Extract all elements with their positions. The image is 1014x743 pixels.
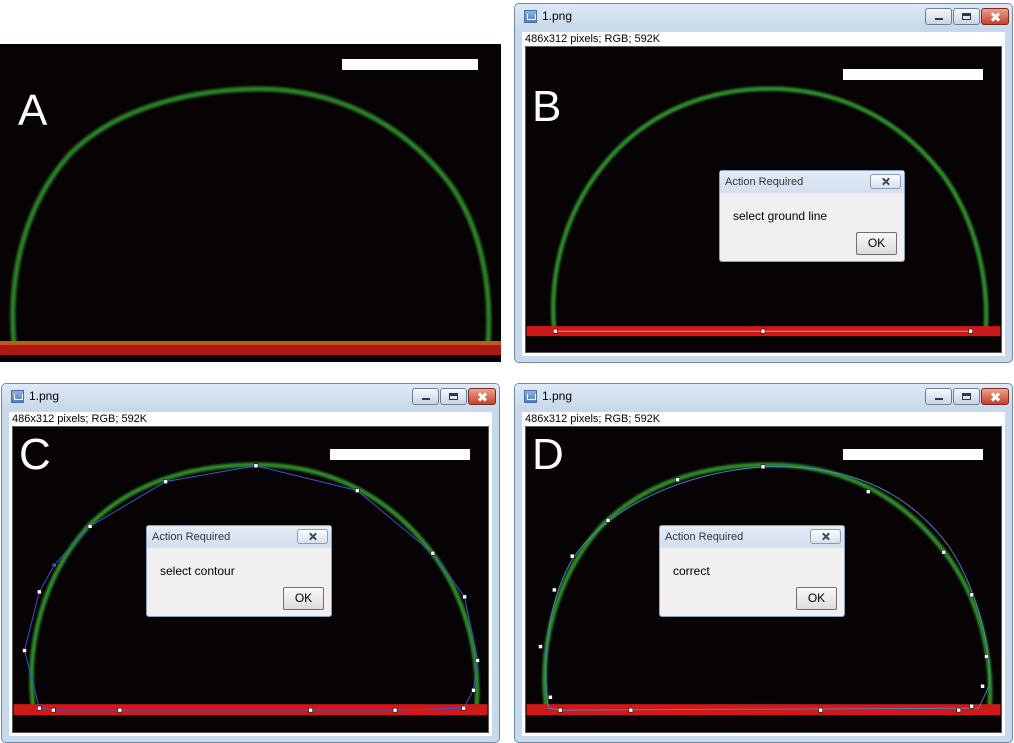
maximize-icon[interactable]: [440, 388, 467, 405]
window-titlebar[interactable]: 1.png: [2, 384, 499, 410]
dialog-title: Action Required: [665, 531, 744, 543]
imagej-app-icon: [11, 390, 24, 403]
dialog-title: Action Required: [152, 531, 231, 543]
ok-button[interactable]: OK: [796, 587, 837, 610]
close-icon[interactable]: [870, 174, 901, 189]
close-icon[interactable]: [981, 388, 1009, 405]
image-canvas[interactable]: C Action Required select contour OK: [12, 426, 489, 733]
close-icon[interactable]: [810, 529, 841, 544]
close-icon[interactable]: [981, 8, 1009, 25]
dialog-titlebar[interactable]: Action Required: [660, 526, 844, 548]
maximize-icon[interactable]: [953, 8, 980, 25]
panel-letter-b: B: [532, 82, 562, 131]
maximize-icon[interactable]: [953, 388, 980, 405]
action-required-dialog: Action Required select contour OK: [146, 525, 332, 617]
scale-bar: [330, 449, 470, 460]
dialog-message: correct: [673, 564, 710, 578]
scale-bar: [342, 59, 478, 70]
dialog-titlebar[interactable]: Action Required: [147, 526, 331, 548]
image-info: 486x312 pixels; RGB; 592K: [12, 413, 148, 425]
imagej-app-icon: [524, 10, 537, 23]
window-titlebar[interactable]: 1.png: [515, 4, 1012, 30]
image-window-d: 1.png 486x312 pixels; RGB; 592K D Action…: [514, 383, 1013, 743]
scale-bar: [843, 69, 983, 80]
dialog-titlebar[interactable]: Action Required: [720, 171, 904, 193]
dialog-message: select contour: [160, 564, 235, 578]
window-client: 486x312 pixels; RGB; 592K: [522, 412, 1005, 736]
window-title: 1.png: [29, 389, 60, 403]
panel-a-image: A: [0, 44, 501, 362]
scale-bar: [843, 449, 983, 460]
droplet-image-a: [0, 86, 501, 355]
dialog-message: select ground line: [733, 209, 828, 223]
window-title: 1.png: [542, 389, 573, 403]
panel-letter-d: D: [532, 430, 564, 479]
panel-letter-c: C: [19, 430, 51, 479]
minimize-icon[interactable]: [925, 388, 952, 405]
close-icon[interactable]: [297, 529, 328, 544]
panel-letter-a: A: [18, 86, 48, 135]
action-required-dialog: Action Required select ground line OK: [719, 170, 905, 262]
ok-button[interactable]: OK: [283, 587, 324, 610]
window-client: 486x312 pixels; RGB; 592K: [9, 412, 492, 736]
dialog-title: Action Required: [725, 176, 804, 188]
close-icon[interactable]: [468, 388, 496, 405]
image-canvas[interactable]: D Action Required correct OK: [525, 426, 1002, 733]
imagej-app-icon: [524, 390, 537, 403]
window-title: 1.png: [542, 9, 573, 23]
minimize-icon[interactable]: [412, 388, 439, 405]
minimize-icon[interactable]: [925, 8, 952, 25]
image-info: 486x312 pixels; RGB; 592K: [525, 413, 661, 425]
image-window-c: 1.png 486x312 pixels; RGB; 592K C Action…: [1, 383, 500, 743]
image-window-b: 1.png 486x312 pixels; RGB; 592K B Action…: [514, 3, 1013, 363]
droplet-contour: [10, 86, 492, 345]
action-required-dialog: Action Required correct OK: [659, 525, 845, 617]
ok-button[interactable]: OK: [856, 232, 897, 255]
window-titlebar[interactable]: 1.png: [515, 384, 1012, 410]
window-client: 486x312 pixels; RGB; 592K B Action Requi…: [522, 32, 1005, 356]
image-canvas[interactable]: B Action Required select ground line OK: [525, 46, 1002, 353]
image-info: 486x312 pixels; RGB; 592K: [525, 33, 661, 45]
